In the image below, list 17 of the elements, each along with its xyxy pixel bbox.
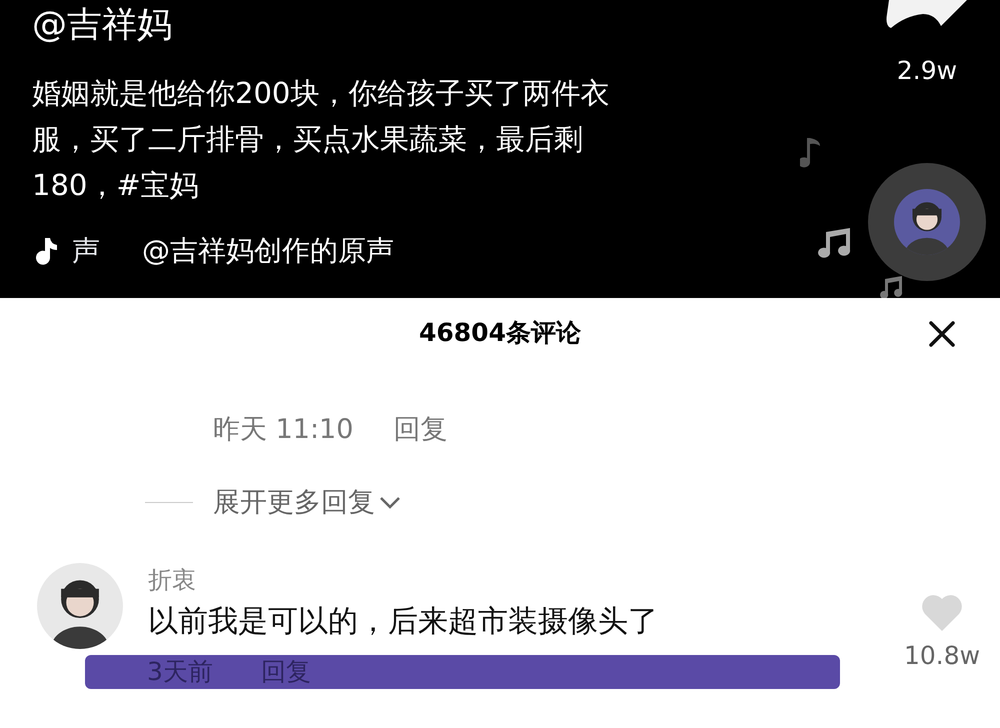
caption-line: 服，买了二斤排骨，买点水果蔬菜，最后剩 (32, 121, 584, 158)
close-button[interactable] (928, 320, 956, 348)
comment-time: 3天前 (147, 656, 213, 688)
share-count: 2.9w (896, 55, 958, 87)
expand-replies-button[interactable]: 展开更多回复 (213, 482, 401, 523)
music-label: 声 (72, 233, 100, 269)
reply-link[interactable]: 回复 (393, 410, 448, 450)
comment-username[interactable]: 折衷 (148, 563, 658, 597)
chevron-down-icon (379, 496, 401, 510)
like-count: 10.8w (904, 640, 980, 672)
reply-time: 昨天 11:10 (213, 413, 354, 447)
author-name[interactable]: @吉祥妈 (32, 2, 610, 48)
caption-line: 180，#宝妈 (32, 167, 200, 204)
music-title[interactable]: @吉祥妈创作的原声 (142, 230, 394, 272)
caption-line: 婚姻就是他给你200块，你给孩子买了两件衣 (32, 75, 610, 112)
panel-title: 46804条评论 (419, 317, 581, 350)
comment-text: 以前我是可以的，后来超市装摄像头了 (148, 603, 658, 641)
